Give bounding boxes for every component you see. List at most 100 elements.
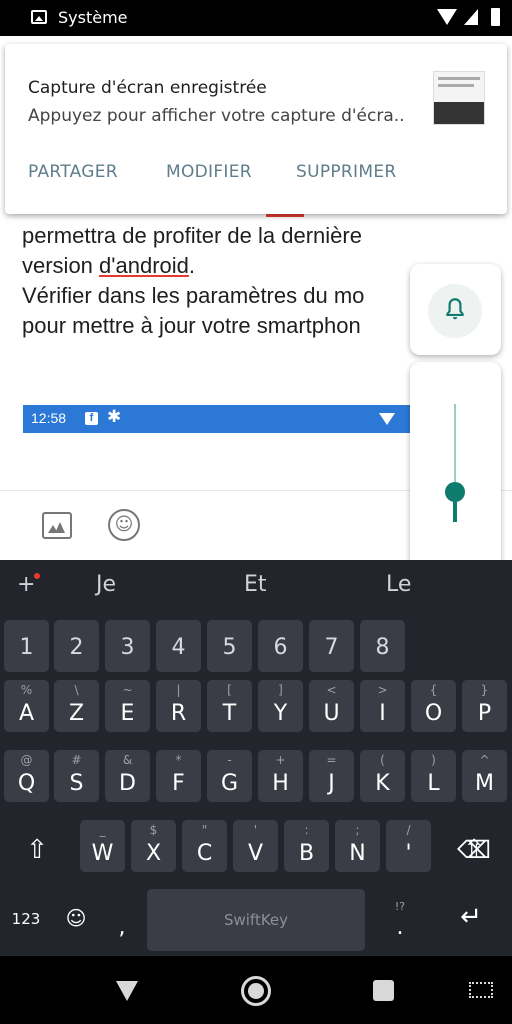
key-n[interactable]: ; N <box>335 820 380 872</box>
key-label: X <box>145 841 162 866</box>
key-label: K <box>375 771 390 796</box>
embedded-screenshot-bar: 12:58 f ✱ <box>23 405 415 433</box>
key-x[interactable]: $ X <box>131 820 176 872</box>
key-h[interactable]: + H <box>258 750 303 802</box>
key-label: P <box>477 701 492 726</box>
key-p[interactable]: } P <box>462 680 507 732</box>
period-hint: !? <box>394 900 406 913</box>
key-q[interactable]: @ Q <box>4 750 49 802</box>
gear-icon: ✱ <box>107 407 122 426</box>
key-2[interactable]: 2 <box>54 620 99 672</box>
key-k[interactable]: (K <box>360 750 405 802</box>
key-label: N <box>349 841 366 866</box>
emoji-key-icon[interactable]: ☺ <box>63 906 89 930</box>
key-e[interactable]: ~ E <box>105 680 150 732</box>
text-line-3: version d'android. <box>22 253 195 278</box>
back-icon[interactable] <box>116 981 138 1001</box>
home-icon[interactable] <box>241 976 271 1006</box>
key-label: 8 <box>375 635 390 660</box>
embedded-time: 12:58 <box>31 410 67 426</box>
shift-key[interactable]: ⇧ <box>8 824 66 876</box>
backspace-icon[interactable]: ⌫ <box>445 824 503 876</box>
key-t[interactable]: [T <box>207 680 252 732</box>
key-l[interactable]: ) L <box>411 750 456 802</box>
key-secondary: ] <box>278 683 283 697</box>
key-u[interactable]: < U <box>309 680 354 732</box>
key-j[interactable]: = J <box>309 750 354 802</box>
battery-icon <box>491 8 500 26</box>
key-1[interactable]: 1 <box>4 620 49 672</box>
key-secondary: _ <box>99 823 106 837</box>
key-label: Z <box>68 701 85 726</box>
key-o[interactable]: {O <box>411 680 456 732</box>
status-title: Système <box>58 8 128 27</box>
key-secondary: ~ <box>122 683 133 697</box>
numbers-toggle-key[interactable]: 123 <box>6 910 46 928</box>
key-label: 7 <box>324 635 339 660</box>
toolbar-expand-button[interactable]: + <box>17 572 35 597</box>
key-'[interactable]: / ' <box>386 820 431 872</box>
key-label: J <box>328 771 335 796</box>
keyboard-switch-icon[interactable] <box>469 982 493 998</box>
key-label: B <box>298 841 315 866</box>
key-f[interactable]: * F <box>156 750 201 802</box>
key-m[interactable]: ^ M <box>462 750 507 802</box>
key-z[interactable]: \ Z <box>54 680 99 732</box>
key-secondary: ; <box>355 823 360 837</box>
key-label: 5 <box>222 635 237 660</box>
key-v[interactable]: ' V <box>233 820 278 872</box>
emoji-icon[interactable]: ☺ <box>108 509 140 541</box>
ringer-mode-panel[interactable] <box>410 264 501 355</box>
edit-button[interactable]: MODIFIER <box>166 162 252 182</box>
key-6[interactable]: 6 <box>258 620 303 672</box>
key-secondary: + <box>275 753 286 767</box>
suggestion-2[interactable]: Et <box>244 572 267 597</box>
key-secondary: < <box>326 683 337 697</box>
key-c[interactable]: " C <box>182 820 227 872</box>
key-b[interactable]: :B <box>284 820 329 872</box>
key-label: 4 <box>171 635 186 660</box>
key-secondary: & <box>122 753 133 767</box>
key-i[interactable]: > I <box>360 680 405 732</box>
key-s[interactable]: # S <box>54 750 99 802</box>
key-a[interactable]: % A <box>4 680 49 732</box>
key-7[interactable]: 7 <box>309 620 354 672</box>
status-bar: Système <box>0 0 512 36</box>
screenshot-notification[interactable]: Capture d'écran enregistrée Appuyez pour… <box>5 44 507 214</box>
insert-image-icon[interactable] <box>42 512 72 539</box>
volume-slider-knob[interactable] <box>445 482 465 502</box>
key-label: 1 <box>19 635 34 660</box>
key-3[interactable]: 3 <box>105 620 150 672</box>
key-secondary: " <box>201 823 208 837</box>
key-8[interactable]: 8 <box>360 620 405 672</box>
key-r[interactable]: | R <box>156 680 201 732</box>
space-bar[interactable]: SwiftKey <box>147 889 365 951</box>
key-d[interactable]: & D <box>105 750 150 802</box>
share-button[interactable]: PARTAGER <box>28 162 118 182</box>
text-line-4: Vérifier dans les paramètres du mo <box>22 283 365 308</box>
key-secondary: [ <box>227 683 232 697</box>
enter-icon[interactable]: ↵ <box>447 902 495 932</box>
key-label: G <box>220 771 239 796</box>
key-4[interactable]: 4 <box>156 620 201 672</box>
screenshot-thumbnail[interactable] <box>433 71 485 125</box>
notification-dot <box>34 573 40 579</box>
key-g[interactable]: -G <box>207 750 252 802</box>
key-w[interactable]: _ W <box>80 820 125 872</box>
key-secondary: - <box>227 753 232 767</box>
suggestion-3[interactable]: Le <box>386 572 411 597</box>
key-label: O <box>424 701 443 726</box>
key-secondary: @ <box>20 753 33 767</box>
key-secondary: $ <box>149 823 158 837</box>
image-notification-icon <box>31 10 47 24</box>
suggestion-1[interactable]: Je <box>96 572 116 597</box>
text-line-2: permettra de profiter de la dernière <box>22 223 362 248</box>
period-key[interactable]: . <box>390 915 410 940</box>
recents-icon[interactable] <box>373 980 394 1001</box>
comma-key[interactable]: , <box>112 915 132 940</box>
key-5[interactable]: 5 <box>207 620 252 672</box>
delete-button[interactable]: SUPPRIMER <box>296 162 396 182</box>
key-y[interactable]: ] Y <box>258 680 303 732</box>
signal-icon <box>464 9 478 25</box>
navigation-bar <box>0 956 512 1024</box>
